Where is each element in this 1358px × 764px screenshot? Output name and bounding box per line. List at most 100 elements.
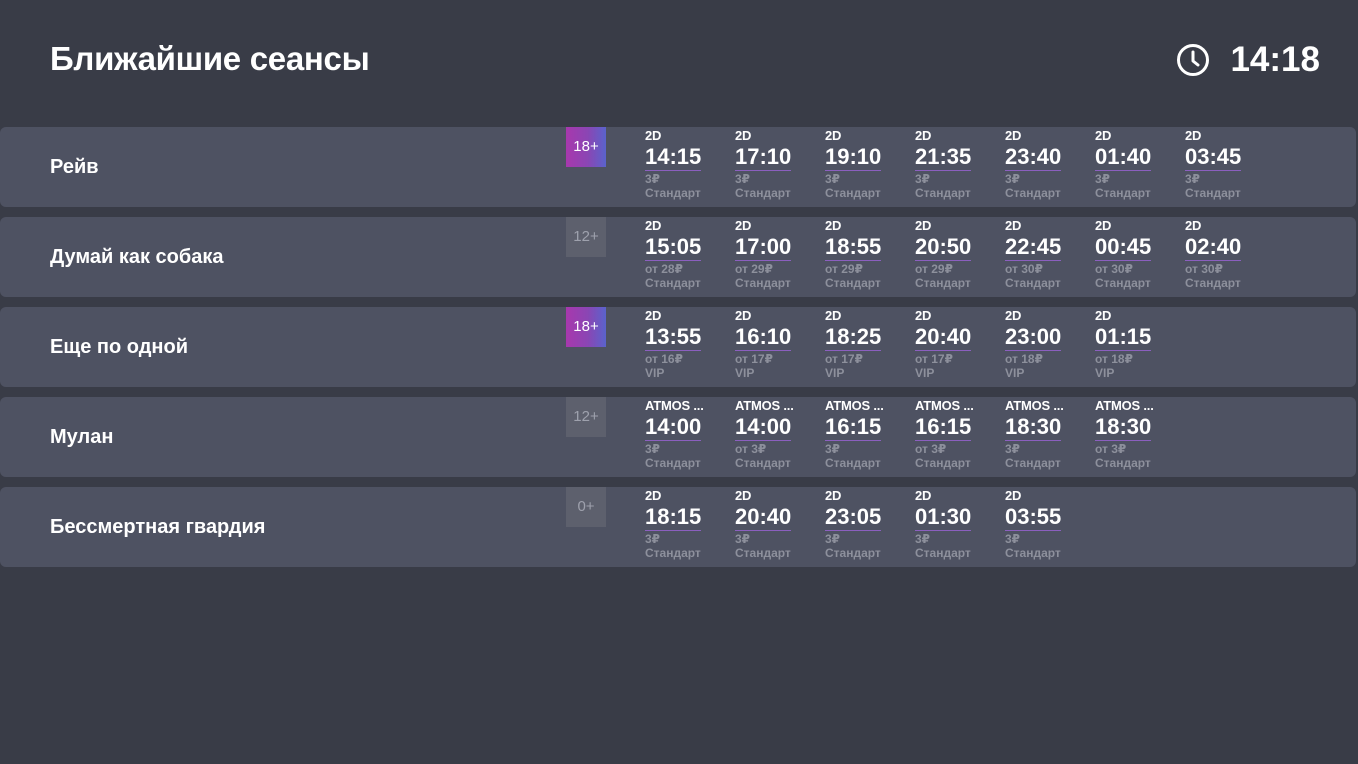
session-format: 2D (1005, 128, 1022, 143)
session-hall: VIP (1005, 366, 1025, 380)
session-hall: Стандарт (645, 276, 701, 290)
session-time: 17:00 (735, 234, 792, 261)
session-format: 2D (1005, 218, 1022, 233)
session-time: 20:40 (915, 324, 972, 351)
header: Ближайшие сеансы 14:18 (0, 0, 1358, 127)
session-format: 2D (735, 308, 752, 323)
session-hall: Стандарт (735, 276, 791, 290)
session-price: 3₽ (1185, 172, 1201, 186)
session-time: 21:35 (915, 144, 972, 171)
session-hall: Стандарт (915, 186, 971, 200)
age-rating-badge: 12+ (566, 397, 606, 437)
session-time: 14:15 (645, 144, 702, 171)
session-format: 2D (1095, 218, 1112, 233)
movie-row[interactable]: Бессмертная гвардия 0+ 2D 18:15 3₽ Стандарт 2D… (0, 487, 1356, 567)
session-format: ATMOS ... (1095, 398, 1154, 413)
session-format: 2D (825, 218, 842, 233)
session-hall: Стандарт (735, 186, 791, 200)
movie-title[interactable]: Мулан (50, 397, 113, 477)
session-hall: Стандарт (1005, 276, 1061, 290)
clock: 14:18 (1176, 40, 1320, 80)
session-price: от 29₽ (825, 262, 863, 276)
movie-title[interactable]: Бессмертная гвардия (50, 487, 265, 567)
session-time: 18:15 (645, 504, 702, 531)
session-hall: Стандарт (1185, 276, 1241, 290)
session-time: 14:00 (645, 414, 702, 441)
session-time: 19:10 (825, 144, 882, 171)
movie-row[interactable]: Рейв 18+ 2D 14:15 3₽ Стандарт 2D 17:10 3₽ Стандар… (0, 127, 1356, 207)
session-hall: VIP (915, 366, 935, 380)
session-format: 2D (1095, 308, 1112, 323)
movie-title[interactable]: Еще по одной (50, 307, 188, 387)
session-price: 3₽ (1005, 442, 1021, 456)
session-time: 03:45 (1185, 144, 1242, 171)
session-price: 3₽ (1005, 532, 1021, 546)
session-hall: Стандарт (825, 186, 881, 200)
movie-title[interactable]: Рейв (50, 127, 99, 207)
session-time: 01:40 (1095, 144, 1152, 171)
session-time: 14:00 (735, 414, 792, 441)
session-price: от 3₽ (735, 442, 767, 456)
session-format: ATMOS ... (735, 398, 794, 413)
session-price: 3₽ (645, 172, 661, 186)
session-format: 2D (1095, 128, 1112, 143)
movie-row[interactable]: Мулан 12+ ATMOS ... 14:00 3₽ Стандарт ATMOS ..… (0, 397, 1356, 477)
session-time: 18:30 (1095, 414, 1152, 441)
session-time: 00:45 (1095, 234, 1152, 261)
session-time: 01:15 (1095, 324, 1152, 351)
session-format: 2D (1005, 308, 1022, 323)
session-format: 2D (915, 218, 932, 233)
session-time: 23:05 (825, 504, 882, 531)
movie-row[interactable]: Еще по одной 18+ 2D 13:55 от 16₽ VIP 2D 16:10 от… (0, 307, 1356, 387)
session-price: от 17₽ (735, 352, 773, 366)
session-hall: Стандарт (915, 546, 971, 560)
movie-list: Рейв 18+ 2D 14:15 3₽ Стандарт 2D 17:10 3₽ Стандар… (0, 127, 1356, 577)
session-format: 2D (915, 488, 932, 503)
session-hall: VIP (735, 366, 755, 380)
movie-title[interactable]: Думай как собака (50, 217, 224, 297)
session-format: 2D (735, 488, 752, 503)
age-rating-badge: 18+ (566, 127, 606, 167)
session-hall: VIP (825, 366, 845, 380)
session-format: 2D (915, 308, 932, 323)
session-price: 3₽ (735, 532, 751, 546)
session-price: 3₽ (825, 532, 841, 546)
session-hall: Стандарт (1095, 456, 1151, 470)
session-price: от 29₽ (915, 262, 953, 276)
session-time: 23:40 (1005, 144, 1062, 171)
session-time: 01:30 (915, 504, 972, 531)
session-hall: Стандарт (1005, 456, 1061, 470)
session-hall: Стандарт (645, 186, 701, 200)
page-title: Ближайшие сеансы (50, 40, 370, 77)
session-hall: Стандарт (645, 546, 701, 560)
session-time: 16:15 (825, 414, 882, 441)
session-format: 2D (825, 308, 842, 323)
session-hall: Стандарт (825, 456, 881, 470)
session-hall: Стандарт (1005, 546, 1061, 560)
session-price: от 18₽ (1095, 352, 1133, 366)
session-price: от 30₽ (1185, 262, 1223, 276)
session-price: от 30₽ (1005, 262, 1043, 276)
session-price: от 17₽ (825, 352, 863, 366)
clock-time: 14:18 (1230, 40, 1320, 79)
age-rating-badge: 12+ (566, 217, 606, 257)
movie-row[interactable]: Думай как собака 12+ 2D 15:05 от 28₽ Стандарт… (0, 217, 1356, 297)
session-price: 3₽ (825, 442, 841, 456)
session-hall: Стандарт (645, 456, 701, 470)
session-format: 2D (1005, 488, 1022, 503)
session-hall: VIP (645, 366, 665, 380)
session-hall: VIP (1095, 366, 1115, 380)
session-time: 02:40 (1185, 234, 1242, 261)
session-time: 23:00 (1005, 324, 1062, 351)
session-time: 17:10 (735, 144, 792, 171)
session-format: 2D (645, 488, 662, 503)
age-rating-badge: 18+ (566, 307, 606, 347)
session-price: 3₽ (915, 172, 931, 186)
session-time: 18:55 (825, 234, 882, 261)
session-format: 2D (825, 488, 842, 503)
session-time: 16:10 (735, 324, 792, 351)
session-price: от 3₽ (915, 442, 947, 456)
session-format: 2D (915, 128, 932, 143)
session-format: 2D (1185, 128, 1202, 143)
session-price: 3₽ (1005, 172, 1021, 186)
